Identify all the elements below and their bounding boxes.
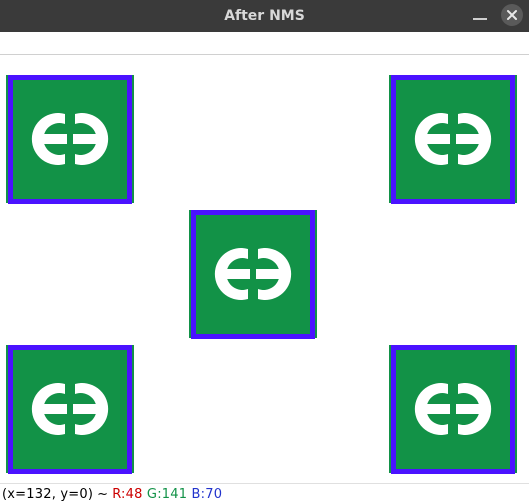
window-title: After NMS: [0, 8, 529, 24]
status-coord-prefix: (x=: [2, 487, 26, 502]
bounding-box: [191, 210, 315, 339]
menubar: [0, 32, 529, 55]
titlebar[interactable]: After NMS: [0, 0, 529, 32]
detection-tile: [389, 75, 517, 203]
status-coord-suffix: ): [88, 487, 93, 502]
close-button[interactable]: [501, 4, 523, 26]
bounding-box: [8, 345, 132, 474]
bounding-box: [391, 345, 515, 474]
status-b-label: B:: [192, 487, 206, 502]
status-r-value: 48: [126, 487, 143, 502]
close-icon: [501, 4, 523, 26]
image-canvas[interactable]: [0, 55, 529, 483]
detection-tile: [389, 345, 517, 473]
status-y: 0: [79, 487, 87, 502]
status-g-value: 141: [162, 487, 187, 502]
app-window: After NMS: [0, 0, 529, 504]
status-g-label: G:: [147, 487, 162, 502]
bounding-box: [8, 75, 132, 204]
status-tilde: ~: [97, 487, 108, 502]
status-bar: (x=132, y=0) ~ R:48 G:141 B:70: [0, 483, 529, 504]
window-controls: [469, 4, 523, 26]
status-r-label: R:: [112, 487, 125, 502]
detection-tile: [6, 75, 134, 203]
status-coord-mid: , y=: [52, 487, 80, 502]
status-x: 132: [26, 487, 51, 502]
detection-tile: [6, 345, 134, 473]
bounding-box: [391, 75, 515, 204]
detection-tile: [189, 210, 317, 338]
minimize-button[interactable]: [469, 4, 491, 26]
status-b-value: 70: [205, 487, 222, 502]
